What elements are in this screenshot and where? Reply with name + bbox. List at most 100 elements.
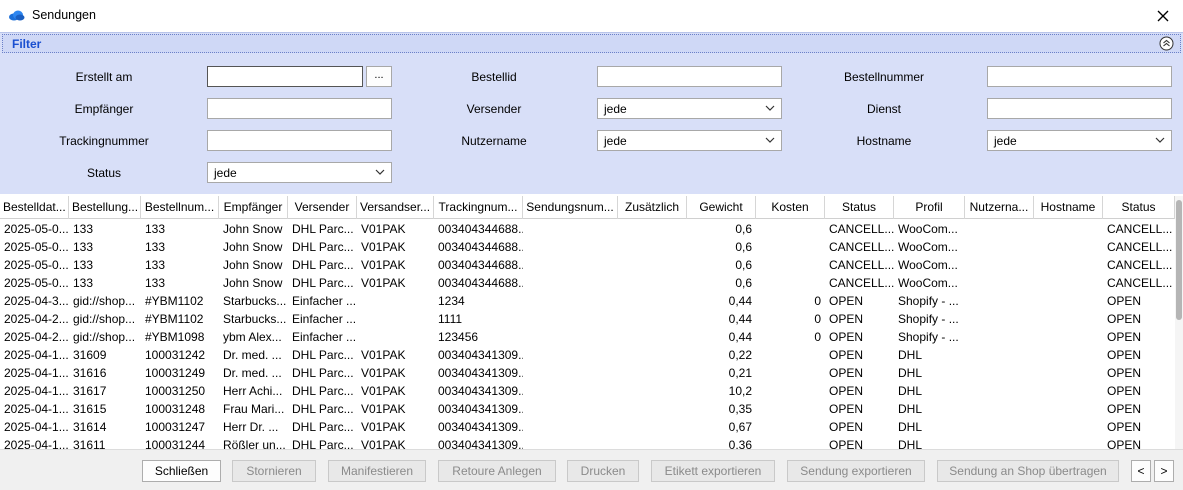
table-row[interactable]: 2025-05-0... 133 133 John Snow DHL Parc... V0… [0, 238, 1175, 256]
empfaenger-input[interactable] [207, 98, 392, 119]
cell-bestelldatum: 2025-05-0... [4, 240, 69, 254]
date-picker-button[interactable]: ... [366, 66, 392, 87]
status-select[interactable]: jede [207, 162, 392, 183]
cell-bestellung: 31611 [73, 438, 106, 449]
cell-trackingnummer: 123456 [438, 330, 479, 344]
print-button[interactable]: Drucken [567, 460, 639, 482]
column-header-profil[interactable]: Profil [894, 196, 965, 219]
column-header-nutzername[interactable]: Nutzerna... [965, 196, 1034, 219]
column-header-gewicht[interactable]: Gewicht [687, 196, 756, 219]
collapse-up-icon[interactable] [1159, 36, 1174, 51]
cell-gewicht: 0,36 [728, 438, 752, 449]
column-header-versender[interactable]: Versender [288, 196, 357, 219]
cell-status: OPEN [829, 402, 864, 416]
label-erstellt-am: Erstellt am [75, 70, 133, 84]
cell-gewicht: 0,35 [728, 402, 752, 416]
column-header-status[interactable]: Status [825, 196, 894, 219]
table-row[interactable]: 2025-04-1... 31609 100031242 Dr. med. ... DH… [0, 346, 1175, 364]
cell-bestelldatum: 2025-04-3... [4, 294, 69, 308]
manifest-button[interactable]: Manifestieren [328, 460, 426, 482]
cell-bestellnummer: 133 [145, 240, 166, 254]
table-row[interactable]: 2025-04-1... 31611 100031244 Rößler un... DH… [0, 436, 1175, 449]
cell-profil: Shopify - ... [898, 312, 959, 326]
label-bestellid: Bestellid [471, 70, 517, 84]
cell-bestelldatum: 2025-05-0... [4, 276, 69, 290]
column-header-status-2[interactable]: Status [1103, 196, 1175, 219]
column-header-zusaetzlich[interactable]: Zusätzlich [618, 196, 687, 219]
cell-bestellung: 133 [73, 222, 94, 236]
table-row[interactable]: 2025-05-0... 133 133 John Snow DHL Parc... V0… [0, 274, 1175, 292]
cancel-shipment-button[interactable]: Stornieren [232, 460, 316, 482]
cell-versandservice: V01PAK [361, 366, 406, 380]
column-header-kosten[interactable]: Kosten [756, 196, 825, 219]
cell-zusaetzlich [618, 400, 687, 418]
cell-nutzername [965, 400, 1034, 418]
hostname-value: jede [994, 134, 1017, 148]
column-header-sendungsnummer[interactable]: Sendungsnum... [523, 196, 618, 219]
cell-bestellung: gid://shop... [73, 294, 136, 308]
cell-empfaenger: Herr Achi... [223, 384, 283, 398]
column-header-bestelldatum[interactable]: Bestelldat... [0, 196, 69, 219]
cell-hostname [1034, 274, 1103, 292]
table-row[interactable]: 2025-04-1... 31617 100031250 Herr Achi... DH… [0, 382, 1175, 400]
cell-profil: WooCom... [898, 258, 958, 272]
filter-header[interactable]: Filter [2, 34, 1181, 53]
cell-versandservice: V01PAK [361, 384, 406, 398]
column-header-trackingnummer[interactable]: Trackingnum... [434, 196, 523, 219]
next-page-button[interactable]: > [1154, 460, 1174, 482]
cell-gewicht: 0,22 [728, 348, 752, 362]
bestellid-input[interactable] [597, 66, 782, 87]
dienst-input[interactable] [987, 98, 1172, 119]
table-row[interactable]: 2025-05-0... 133 133 John Snow DHL Parc... V0… [0, 220, 1175, 238]
table-row[interactable]: 2025-04-2... gid://shop... #YBM1102 Starbuc… [0, 310, 1175, 328]
cell-versandservice: V01PAK [361, 222, 406, 236]
column-header-empfaenger[interactable]: Empfänger [219, 196, 288, 219]
export-label-button[interactable]: Etikett exportieren [651, 460, 775, 482]
cell-zusaetzlich [618, 220, 687, 238]
column-header-versandservice[interactable]: Versandser... [357, 196, 434, 219]
cell-bestelldatum: 2025-04-1... [4, 420, 69, 434]
table-row[interactable]: 2025-04-1... 31614 100031247 Herr Dr. ... DH… [0, 418, 1175, 436]
cell-versandservice: V01PAK [361, 420, 406, 434]
cell-hostname [1034, 400, 1103, 418]
hostname-select[interactable]: jede [987, 130, 1172, 151]
create-return-button[interactable]: Retoure Anlegen [438, 460, 556, 482]
cell-gewicht: 0,44 [728, 330, 752, 344]
cell-bestellung: 31616 [73, 366, 107, 380]
cell-sendungsnummer [523, 346, 618, 364]
export-shipment-button[interactable]: Sendung exportieren [787, 460, 925, 482]
cell-bestellung: 133 [73, 240, 94, 254]
close-button[interactable]: Schließen [142, 460, 221, 482]
cell-status-2: OPEN [1107, 294, 1142, 308]
close-icon[interactable] [1153, 6, 1173, 26]
nutzername-select[interactable]: jede [597, 130, 782, 151]
table-row[interactable]: 2025-04-1... 31615 100031248 Frau Mari... DH… [0, 400, 1175, 418]
cell-versender: DHL Parc... [292, 240, 354, 254]
prev-page-button[interactable]: < [1131, 460, 1151, 482]
table-row[interactable]: 2025-04-2... gid://shop... #YBM1098 ybm Ale… [0, 328, 1175, 346]
column-header-bestellnummer[interactable]: Bestellnum... [141, 196, 219, 219]
trackingnummer-input[interactable] [207, 130, 392, 151]
scrollbar-thumb[interactable] [1176, 200, 1182, 320]
table-row[interactable]: 2025-04-3... gid://shop... #YBM1102 Starbuc… [0, 292, 1175, 310]
table-row[interactable]: 2025-05-0... 133 133 John Snow DHL Parc... V0… [0, 256, 1175, 274]
column-header-bestellung[interactable]: Bestellung... [69, 196, 141, 219]
column-header-hostname[interactable]: Hostname [1034, 196, 1103, 219]
cell-bestellnummer: #YBM1102 [145, 312, 204, 326]
cell-sendungsnummer [523, 220, 618, 238]
cell-empfaenger: John Snow [223, 258, 283, 272]
cell-bestellnummer: 133 [145, 276, 166, 290]
cell-bestellnummer: #YBM1102 [145, 294, 204, 308]
cell-hostname [1034, 382, 1103, 400]
cell-empfaenger: Starbucks... [223, 294, 287, 308]
transfer-to-shop-button[interactable]: Sendung an Shop übertragen [937, 460, 1119, 482]
vertical-scrollbar[interactable] [1175, 196, 1183, 449]
cell-profil: DHL [898, 366, 923, 380]
cell-hostname [1034, 364, 1103, 382]
cell-status: OPEN [829, 438, 864, 449]
table-row[interactable]: 2025-04-1... 31616 100031249 Dr. med. ... DH… [0, 364, 1175, 382]
versender-select[interactable]: jede [597, 98, 782, 119]
cell-bestellnummer: 133 [145, 258, 166, 272]
bestellnummer-input[interactable] [987, 66, 1172, 87]
erstellt-am-input[interactable] [207, 66, 363, 87]
